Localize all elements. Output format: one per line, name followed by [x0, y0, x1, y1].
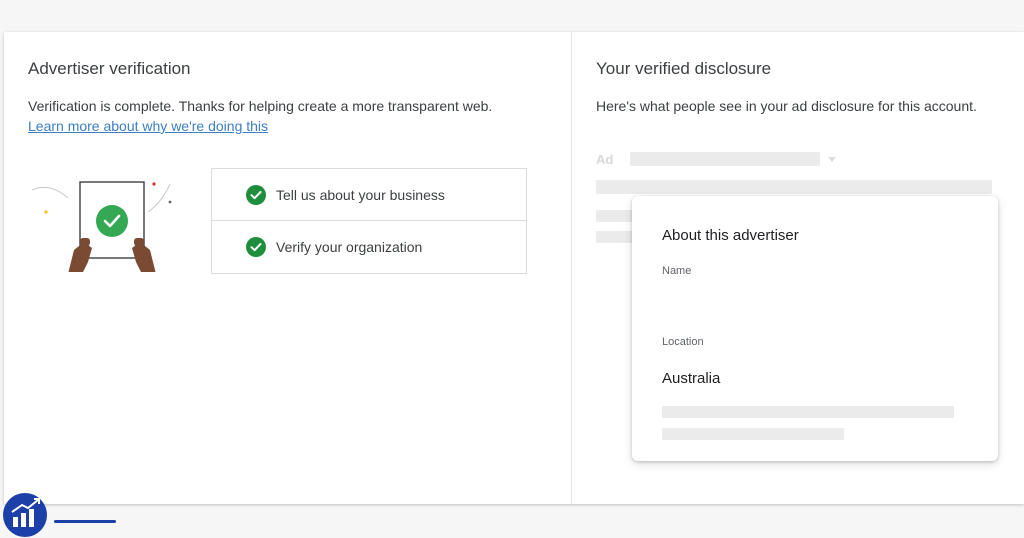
placeholder-bar [596, 180, 992, 194]
panel-title: Advertiser verification [28, 59, 191, 78]
chevron-down-icon [828, 157, 836, 162]
learn-more-link[interactable]: Learn more about why we're doing this [28, 118, 268, 134]
location-label: Location [662, 336, 704, 348]
placeholder-bar [630, 152, 820, 166]
check-circle-icon [246, 237, 266, 257]
placeholder-bar [662, 428, 844, 440]
step-label: Tell us about your business [276, 186, 445, 203]
verification-steps: Tell us about your business Verify your … [211, 168, 527, 274]
placeholder-bar [596, 210, 636, 222]
disclosure-description: Here's what people see in your ad disclo… [596, 98, 977, 114]
ad-badge: Ad [596, 152, 614, 167]
location-value: Australia [662, 370, 721, 387]
step-business-info: Tell us about your business [212, 169, 526, 221]
verification-illustration [31, 181, 172, 272]
logo-underline [54, 520, 116, 523]
popup-title: About this advertiser [662, 227, 799, 244]
placeholder-bar [596, 231, 636, 243]
verified-disclosure-panel: Your verified disclosure Here's what peo… [572, 32, 1024, 504]
verification-description: Verification is complete. Thanks for hel… [28, 98, 493, 114]
brand-logo [3, 493, 47, 537]
main-card: Advertiser verification Verification is … [4, 32, 1024, 504]
check-circle-icon [246, 184, 266, 205]
step-verify-organization: Verify your organization [212, 221, 526, 273]
advertiser-verification-panel: Advertiser verification Verification is … [4, 32, 571, 504]
name-label: Name [662, 265, 692, 277]
panel-title: Your verified disclosure [596, 59, 772, 78]
placeholder-bar [662, 406, 954, 418]
about-advertiser-popup: About this advertiser Name Location Aust… [632, 196, 998, 461]
step-label: Verify your organization [276, 239, 423, 255]
